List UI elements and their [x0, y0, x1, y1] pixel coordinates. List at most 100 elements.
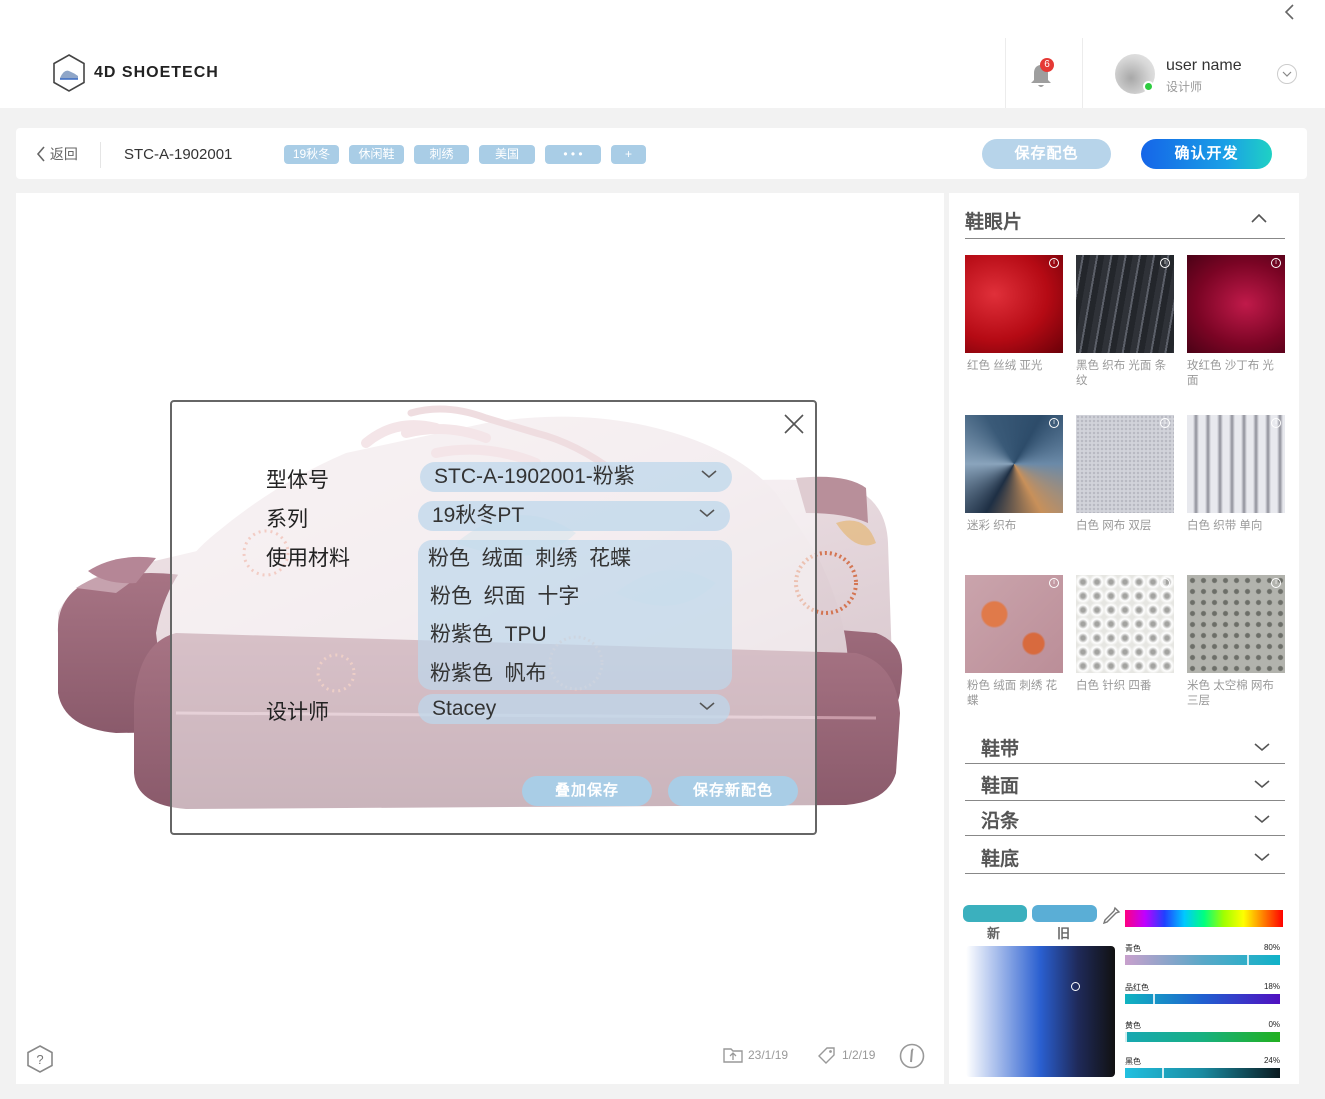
divider [965, 763, 1285, 764]
info-icon[interactable]: i [1160, 578, 1170, 588]
divider [1005, 38, 1006, 108]
slider-track[interactable] [1125, 994, 1280, 1004]
divider [100, 142, 101, 168]
slider-value: 18% [1263, 982, 1280, 991]
top-bar: 4D SHOETECH 6 user name 设计师 [0, 0, 1325, 108]
info-icon[interactable]: i [1049, 418, 1059, 428]
slider-thumb[interactable] [1162, 1068, 1164, 1078]
tag[interactable]: 美国 [479, 145, 535, 164]
info-icon[interactable]: i [1049, 578, 1059, 588]
materials-label: 使用材料 [266, 547, 350, 570]
designer-label: 设计师 [266, 701, 329, 724]
user-name[interactable]: user name [1166, 57, 1242, 75]
divider [965, 238, 1285, 239]
series-value: 19秋冬PT [432, 504, 525, 527]
collapse-chevron-icon[interactable] [1283, 0, 1297, 28]
model-value: STC-A-1902001-粉紫 [434, 465, 635, 488]
swatch-rose-satin[interactable]: i [1187, 255, 1285, 353]
saturation-value-picker[interactable] [966, 946, 1115, 1077]
swatch-white-webbing[interactable]: i [1187, 415, 1285, 513]
accordion-title: 鞋带 [981, 739, 1020, 760]
designer-value: Stacey [432, 697, 497, 720]
swatch-white-knit[interactable]: i [1076, 575, 1174, 673]
materials-list[interactable]: 粉色 绒面 刺绣 花蝶 粉色 织面 十字 粉紫色 TPU 粉紫色 帆布 [418, 540, 732, 690]
swatch-pink-embroidery[interactable]: i [965, 575, 1063, 673]
user-menu-chevron-icon[interactable] [1277, 64, 1297, 84]
logo-text: 4D SHOETECH [94, 64, 219, 81]
series-label: 系列 [266, 508, 308, 531]
swatch-label: 玫红色 沙丁布 光面 [1187, 360, 1274, 387]
picker-knob[interactable] [1071, 982, 1080, 991]
info-icon[interactable]: i [1271, 578, 1281, 588]
swatch-label: 米色 太空棉 网布 三层 [1187, 680, 1274, 707]
logo[interactable]: 4D SHOETECH [52, 54, 219, 92]
info-icon[interactable]: i [1160, 258, 1170, 268]
slider-name: 品红色 [1125, 983, 1149, 992]
tag[interactable]: 休闲鞋 [349, 145, 404, 164]
back-button[interactable]: 返回 [36, 144, 78, 164]
info-icon[interactable]: i [1049, 258, 1059, 268]
accordion-title: 鞋面 [981, 776, 1020, 797]
accordion-laces[interactable]: 鞋带 [965, 728, 1285, 764]
material-item: 粉色 织面 十字 [430, 585, 580, 608]
tag[interactable]: 19秋冬 [284, 145, 339, 164]
save-color-button[interactable]: 保存配色 [982, 139, 1111, 169]
user-role: 设计师 [1166, 80, 1203, 94]
add-tag-button[interactable]: + [611, 145, 646, 164]
swatch-label: 迷彩 织布 [967, 520, 1017, 532]
slider-track[interactable] [1125, 1032, 1280, 1042]
info-icon[interactable] [899, 1043, 925, 1069]
tag-icon [818, 1047, 835, 1064]
divider [1082, 38, 1083, 108]
save-color-dialog: 型体号 STC-A-1902001-粉紫 系列 19秋冬PT 使用材料 粉色 绒… [170, 400, 817, 835]
chevron-down-icon [699, 509, 715, 518]
toolbar: 返回 STC-A-1902001 19秋冬 休闲鞋 刺绣 美国 • • • + … [16, 128, 1307, 179]
model-select[interactable]: STC-A-1902001-粉紫 [420, 462, 732, 492]
designer-select[interactable]: Stacey [418, 694, 730, 724]
svg-text:?: ? [36, 1052, 43, 1067]
swatch-red-velvet[interactable]: i [965, 255, 1063, 353]
hue-slider[interactable] [1125, 910, 1283, 927]
accordion-upper[interactable]: 鞋面 [965, 765, 1285, 801]
chevron-down-icon [1254, 780, 1270, 789]
material-item: 粉紫色 帆布 [430, 662, 547, 685]
accordion-sole[interactable]: 鞋底 [965, 838, 1285, 874]
chevron-left-icon [36, 146, 45, 162]
accordion-welt[interactable]: 沿条 [965, 800, 1285, 836]
new-color-swatch[interactable] [963, 905, 1027, 922]
info-icon[interactable]: i [1271, 418, 1281, 428]
swatch-white-mesh[interactable]: i [1076, 415, 1174, 513]
chevron-up-icon[interactable] [1249, 209, 1269, 229]
slider-track[interactable] [1125, 955, 1280, 965]
swatch-label: 白色 织带 单向 [1187, 520, 1263, 532]
old-color-swatch[interactable] [1032, 905, 1097, 922]
info-icon[interactable]: i [1271, 258, 1281, 268]
slider-thumb[interactable] [1247, 955, 1249, 965]
slider-name: 黄色 [1125, 1021, 1141, 1030]
tag[interactable]: 刺绣 [414, 145, 469, 164]
swatch-label: 黑色 织布 光面 条纹 [1076, 360, 1167, 387]
help-icon[interactable]: ? [26, 1045, 54, 1073]
accordion-title: 鞋底 [981, 849, 1020, 870]
old-color-label: 旧 [1057, 926, 1071, 941]
material-panel: 鞋眼片 i i i 红色 丝绒 亚光 黑色 织布 光面 条纹 玫红色 沙丁布 光… [949, 193, 1299, 1084]
eyedropper-icon[interactable] [1101, 906, 1121, 926]
slider-track[interactable] [1125, 1068, 1280, 1078]
save-new-color-button[interactable]: 保存新配色 [668, 776, 798, 806]
series-select[interactable]: 19秋冬PT [418, 501, 730, 531]
info-icon[interactable]: i [1160, 418, 1170, 428]
confirm-development-button[interactable]: 确认开发 [1141, 139, 1272, 169]
chevron-down-icon [1254, 815, 1270, 824]
section-title[interactable]: 鞋眼片 [965, 207, 1022, 234]
close-icon[interactable] [782, 412, 806, 436]
chevron-down-icon [1254, 743, 1270, 752]
logo-hex-icon [53, 54, 85, 92]
chevron-down-icon [1254, 853, 1270, 862]
swatch-beige-spacer[interactable]: i [1187, 575, 1285, 673]
slider-thumb[interactable] [1125, 1032, 1127, 1042]
slider-thumb[interactable] [1153, 994, 1155, 1004]
swatch-camo-woven[interactable]: i [965, 415, 1063, 513]
overlay-save-button[interactable]: 叠加保存 [522, 776, 652, 806]
more-tags-button[interactable]: • • • [545, 145, 601, 164]
swatch-black-woven[interactable]: i [1076, 255, 1174, 353]
